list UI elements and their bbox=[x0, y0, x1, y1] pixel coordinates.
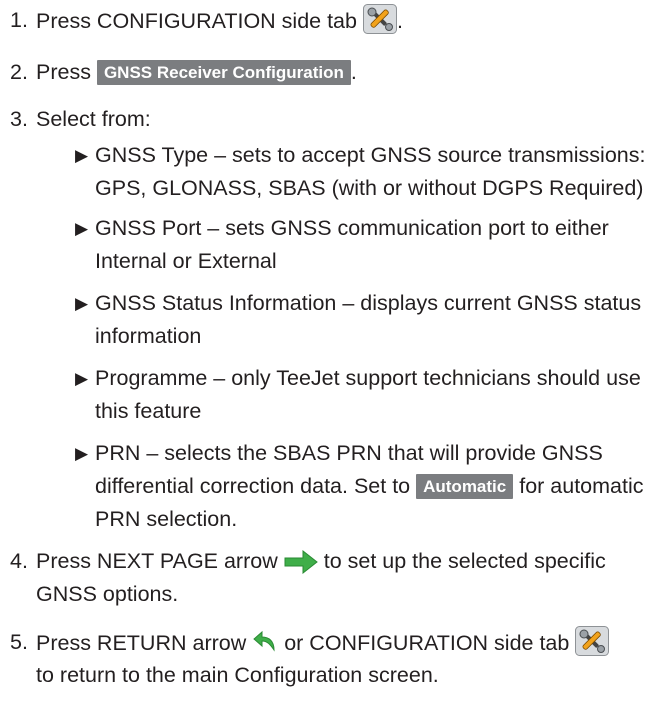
configuration-tools-icon[interactable] bbox=[575, 626, 610, 666]
next-page-arrow-icon[interactable] bbox=[284, 549, 318, 584]
step-number: 2. bbox=[10, 60, 28, 84]
step-text: Press RETURN arrow bbox=[36, 631, 247, 655]
option-gnss-port-cont: Internal or External bbox=[95, 249, 277, 273]
option-gnss-type-cont: GPS, GLONASS, SBAS (with or without DGPS… bbox=[95, 176, 644, 200]
step-text: Select from: bbox=[36, 107, 151, 131]
instructions: 1. Press CONFIGURATION side tab . 2. Pre… bbox=[0, 0, 650, 702]
option-prn: ▶ PRN – selects the SBAS PRN that will pr… bbox=[75, 437, 603, 470]
gnss-receiver-configuration-button[interactable]: GNSS Receiver Configuration bbox=[96, 60, 351, 85]
step-number: 5. bbox=[10, 630, 28, 654]
step-number: 1. bbox=[10, 8, 28, 32]
step-text: Press CONFIGURATION side tab bbox=[36, 9, 357, 33]
option-prn-cont: differential correction data. Set to Aut… bbox=[95, 474, 644, 499]
option-gnss-port: ▶ GNSS Port – sets GNSS communication por… bbox=[75, 212, 609, 245]
step-number: 4. bbox=[10, 549, 28, 573]
step-5-cont: to return to the main Configuration scre… bbox=[36, 663, 439, 687]
bullet-arrow-icon: ▶ bbox=[75, 444, 89, 463]
option-gnss-type: ▶ GNSS Type – sets to accept GNSS source … bbox=[75, 139, 645, 172]
option-programme-cont: this feature bbox=[95, 399, 202, 423]
bullet-arrow-icon: ▶ bbox=[75, 369, 89, 388]
bullet-arrow-icon: ▶ bbox=[75, 219, 89, 238]
bullet-arrow-icon: ▶ bbox=[75, 294, 89, 313]
option-prn-cont-2: PRN selection. bbox=[95, 507, 238, 531]
configuration-tools-icon[interactable] bbox=[362, 4, 397, 44]
step-text: Press NEXT PAGE arrow bbox=[36, 549, 278, 573]
step-4-cont: GNSS options. bbox=[36, 582, 179, 606]
option-gnss-status: ▶ GNSS Status Information – displays curr… bbox=[75, 287, 641, 320]
bullet-arrow-icon: ▶ bbox=[75, 146, 89, 165]
step-text: Press bbox=[36, 60, 91, 84]
step-number: 3. bbox=[10, 107, 28, 131]
automatic-button[interactable]: Automatic bbox=[416, 474, 514, 499]
option-gnss-status-cont: information bbox=[95, 324, 202, 348]
option-programme: ▶ Programme – only TeeJet support technic… bbox=[75, 362, 641, 395]
